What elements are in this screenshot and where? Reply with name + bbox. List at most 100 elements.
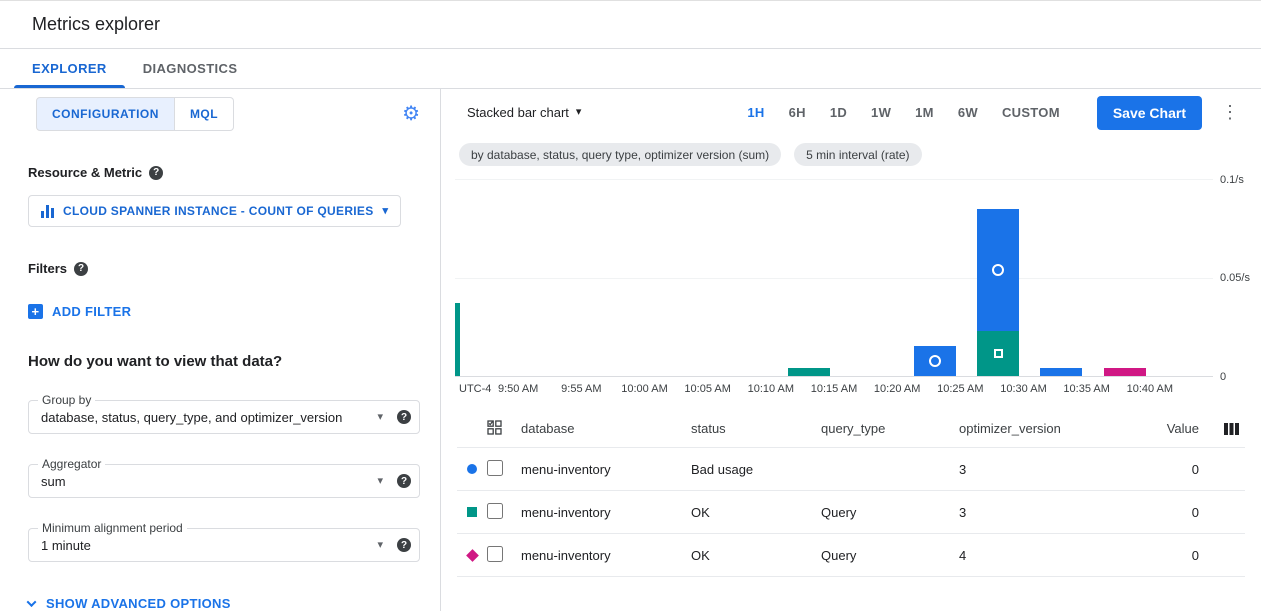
x-axis: UTC-49:50 AM9:55 AM10:00 AM10:05 AM10:10… (455, 377, 1213, 398)
column-settings-icon[interactable] (1224, 422, 1239, 436)
row-checkbox[interactable] (487, 546, 503, 562)
chart-bar[interactable] (788, 179, 830, 376)
circle-marker-icon (992, 264, 1004, 276)
kebab-menu-icon[interactable]: ⋮ (1215, 98, 1245, 127)
legend-marker (467, 507, 477, 517)
cell-optimizer-version: 4 (959, 548, 1139, 563)
metric-selector-button[interactable]: CLOUD SPANNER INSTANCE - COUNT OF QUERIE… (28, 195, 401, 227)
time-range-group: 1H6H1D1W1M6WCUSTOM (736, 99, 1070, 126)
time-range-6h[interactable]: 6H (778, 99, 817, 126)
time-range-1d[interactable]: 1D (819, 99, 858, 126)
configuration-mode-button[interactable]: CONFIGURATION (36, 97, 175, 131)
tab-diagnostics[interactable]: DIAGNOSTICS (125, 49, 256, 88)
header-database[interactable]: database (521, 421, 691, 436)
x-axis-tick: 9:55 AM (561, 383, 601, 395)
cell-query-type: Query (821, 548, 959, 563)
chevron-down-icon: ▾ (576, 107, 582, 118)
chart-bar[interactable] (1040, 179, 1082, 376)
square-marker-icon (994, 349, 1003, 358)
row-checkbox[interactable] (487, 503, 503, 519)
cell-database: menu-inventory (521, 505, 691, 520)
x-axis-tick: 10:10 AM (748, 383, 794, 395)
show-advanced-options-button[interactable]: SHOW ADVANCED OPTIONS (28, 596, 231, 611)
table-row[interactable]: menu-inventory OK Query 4 0 (457, 534, 1245, 577)
cell-database: menu-inventory (521, 548, 691, 563)
filters-label: Filters (28, 261, 67, 276)
group-by-select[interactable]: Group by database, status, query_type, a… (28, 400, 420, 434)
x-axis-timezone-label: UTC-4 (459, 383, 491, 395)
cell-optimizer-version: 3 (959, 505, 1139, 520)
time-range-1w[interactable]: 1W (860, 99, 902, 126)
cell-optimizer-version: 3 (959, 462, 1139, 477)
chart-type-dropdown[interactable]: Stacked bar chart ▾ (459, 99, 589, 126)
time-range-6w[interactable]: 6W (947, 99, 989, 126)
resource-metric-section-label: Resource & Metric ? (28, 165, 420, 180)
table-row[interactable]: menu-inventory Bad usage 3 0 (457, 448, 1245, 491)
alignment-period-value: 1 minute (41, 538, 371, 553)
x-axis-tick: 10:00 AM (621, 383, 667, 395)
time-range-1h[interactable]: 1H (736, 99, 775, 126)
group-by-value: database, status, query_type, and optimi… (41, 410, 371, 425)
chart-toolbar: Stacked bar chart ▾ 1H6H1D1W1M6WCUSTOM S… (441, 89, 1261, 136)
bar-segment (788, 368, 830, 376)
circle-marker-icon (929, 355, 941, 367)
time-range-1m[interactable]: 1M (904, 99, 945, 126)
row-checkbox[interactable] (487, 460, 503, 476)
cell-value: 0 (1139, 462, 1199, 477)
tab-explorer[interactable]: EXPLORER (14, 49, 125, 88)
header-value[interactable]: Value (1139, 421, 1199, 436)
x-axis-tick: 10:35 AM (1063, 383, 1109, 395)
resource-metric-label: Resource & Metric (28, 165, 142, 180)
chart-chip-0[interactable]: by database, status, query type, optimiz… (459, 143, 781, 166)
chart-panel: Stacked bar chart ▾ 1H6H1D1W1M6WCUSTOM S… (441, 89, 1261, 611)
metric-selector-value: CLOUD SPANNER INSTANCE - COUNT OF QUERIE… (63, 204, 374, 218)
page-header: Metrics explorer (0, 1, 1261, 49)
chevron-down-icon: ▾ (377, 540, 383, 551)
time-range-custom[interactable]: CUSTOM (991, 99, 1071, 126)
save-chart-button[interactable]: Save Chart (1097, 96, 1202, 130)
chevron-down-icon: ▾ (377, 476, 383, 487)
chart-bar[interactable] (977, 179, 1019, 376)
cell-status: OK (691, 548, 821, 563)
help-icon[interactable]: ? (74, 262, 88, 276)
chart-bar[interactable] (914, 179, 956, 376)
chart-plot[interactable] (455, 179, 1213, 377)
bar-segment (1040, 368, 1082, 376)
y-axis-tick: 0.1/s (1220, 174, 1244, 186)
help-icon[interactable]: ? (397, 538, 411, 552)
grid-checkbox-icon[interactable] (487, 420, 502, 435)
aggregator-label: Aggregator (38, 457, 105, 471)
mql-mode-button[interactable]: MQL (175, 97, 234, 131)
help-icon[interactable]: ? (397, 410, 411, 424)
legend-header-row: database status query_type optimizer_ver… (457, 410, 1245, 448)
alignment-period-select[interactable]: Minimum alignment period 1 minute ▾ ? (28, 528, 420, 562)
chart-chip-1[interactable]: 5 min interval (rate) (794, 143, 921, 166)
aggregator-select[interactable]: Aggregator sum ▾ ? (28, 464, 420, 498)
chart-area: 0.1/s0.05/s0 (441, 166, 1261, 377)
add-filter-button[interactable]: + ADD FILTER (28, 304, 131, 319)
view-data-heading: How do you want to view that data? (28, 353, 420, 370)
help-icon[interactable]: ? (149, 166, 163, 180)
bar-segment (1104, 368, 1146, 376)
gear-icon[interactable]: ⚙ (402, 104, 420, 124)
configuration-panel: CONFIGURATION MQL ⚙ Resource & Metric ? … (0, 89, 441, 611)
header-status[interactable]: status (691, 421, 821, 436)
help-icon[interactable]: ? (397, 474, 411, 488)
chip-row: by database, status, query type, optimiz… (441, 136, 1261, 166)
chevron-down-icon (27, 597, 37, 607)
cell-value: 0 (1139, 548, 1199, 563)
cell-status: Bad usage (691, 462, 821, 477)
x-axis-tick: 10:30 AM (1000, 383, 1046, 395)
header-query-type[interactable]: query_type (821, 421, 959, 436)
gridline (455, 179, 1213, 180)
cell-status: OK (691, 505, 821, 520)
legend-marker (467, 464, 477, 474)
cell-database: menu-inventory (521, 462, 691, 477)
add-box-icon: + (28, 304, 43, 319)
table-row[interactable]: menu-inventory OK Query 3 0 (457, 491, 1245, 534)
header-optimizer-version[interactable]: optimizer_version (959, 421, 1139, 436)
x-axis-tick: 9:50 AM (498, 383, 538, 395)
chart-bar[interactable] (1104, 179, 1146, 376)
chevron-down-icon: ▾ (377, 412, 383, 423)
chart-bar[interactable] (455, 179, 460, 376)
